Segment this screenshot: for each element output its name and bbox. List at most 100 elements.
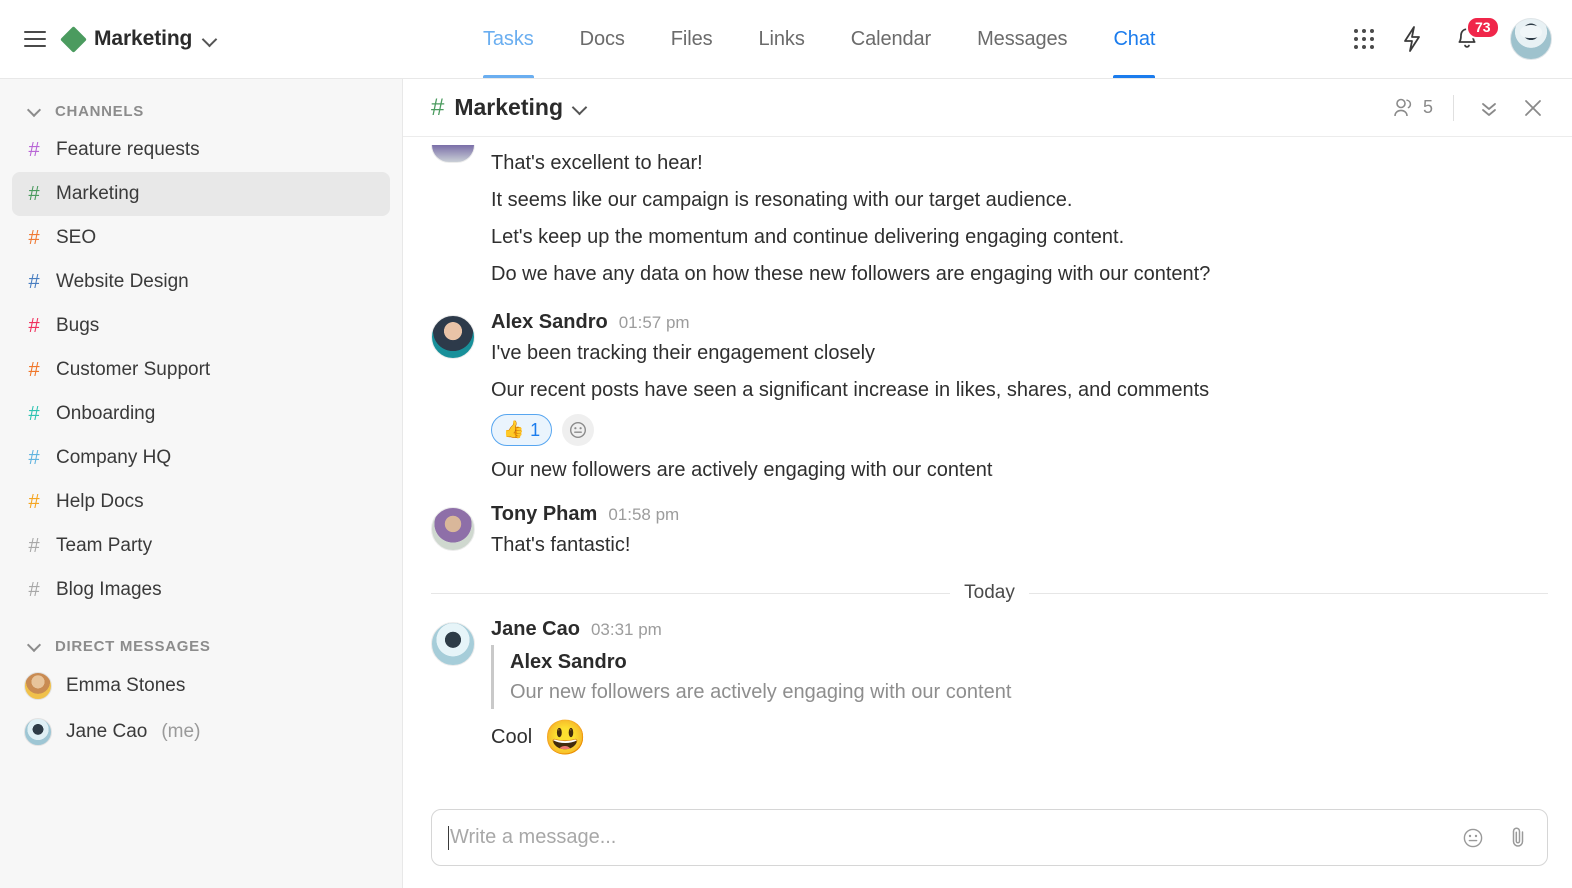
message-body: Tony Pham 01:58 pm That's fantastic! [491,503,1548,564]
header-divider [1453,94,1454,121]
bolt-glyph [1404,26,1420,52]
sidebar-dm-me-tag: (me) [161,721,201,742]
sidebar-item-website-design[interactable]: # Website Design [12,260,390,304]
message-time: 01:57 pm [618,313,690,332]
top-bar-right: 73 [1354,0,1572,78]
message-composer[interactable]: Write a message... [431,809,1548,866]
add-reaction-icon[interactable] [562,414,595,446]
divider-line-left [431,592,951,594]
sidebar-dm-emma-stones[interactable]: Emma Stones [12,663,390,709]
hash-icon: # [28,490,40,513]
message-header: Tony Pham 01:58 pm [491,503,1548,526]
close-icon[interactable] [1518,93,1548,123]
tab-links-underline [759,75,805,78]
top-nav-tabs: Tasks Docs Files Links Calendar Messages [403,0,1354,78]
hash-icon: # [28,578,40,601]
message-line: That's fantastic! [491,534,631,556]
sidebar-dm-label: Jane Cao [66,721,148,742]
sidebar-item-company-hq[interactable]: # Company HQ [12,436,390,480]
sidebar-item-onboarding[interactable]: # Onboarding [12,392,390,436]
day-divider: Today [431,582,1549,604]
tab-messages-label: Messages [977,27,1068,50]
avatar [24,718,52,746]
chevron-down-icon[interactable] [203,33,216,46]
tab-files[interactable]: Files [648,0,736,78]
sidebar-item-blog-images[interactable]: # Blog Images [12,568,390,612]
message-line: Let's keep up the momentum and continue … [491,226,1125,248]
channels-section-header[interactable]: CHANNELS [0,95,402,128]
tab-chat[interactable]: Chat [1090,0,1178,78]
message-body: Alex Sandro 01:57 pm I've been tracking … [491,311,1548,489]
double-chevron-down-icon[interactable] [1474,93,1504,123]
sidebar-item-seo[interactable]: # SEO [12,216,390,260]
collapse-glyph [1482,102,1496,116]
message-line: Our new followers are actively engaging … [491,459,993,481]
workspace-name: Marketing [94,27,193,50]
sidebar-item-label: Marketing [56,183,140,204]
message-line: That's excellent to hear! [491,152,703,174]
workspace-diamond-icon [60,25,87,53]
user-avatar[interactable] [1510,18,1552,60]
message-header: Alex Sandro 01:57 pm [491,311,1548,334]
lightning-bolt-icon[interactable] [1400,25,1424,53]
chat-title[interactable]: # Marketing [431,94,586,122]
sidebar-item-marketing[interactable]: # Marketing [12,172,390,216]
sidebar-item-label: Bugs [56,315,100,336]
hash-icon: # [28,182,40,205]
quoted-message[interactable]: Alex Sandro Our new followers are active… [491,645,1548,709]
tab-docs[interactable]: Docs [557,0,648,78]
avatar [431,622,475,666]
sidebar-item-label: Website Design [56,271,189,292]
sidebar-item-bugs[interactable]: # Bugs [12,304,390,348]
chat-panel: # Marketing 5 That's excellent to hear! … [403,79,1572,888]
paperclip-icon[interactable] [1507,825,1529,851]
tab-tasks-label: Tasks [483,27,534,50]
top-bar: Marketing Tasks Docs Files Links Calenda… [0,0,1572,79]
bell-icon[interactable]: 73 [1450,16,1500,56]
sidebar-item-team-party[interactable]: # Team Party [12,524,390,568]
sidebar-dm-jane-cao[interactable]: Jane Cao (me) [12,709,390,755]
sidebar-item-feature-requests[interactable]: # Feature requests [12,128,390,172]
hash-icon: # [28,446,40,469]
message-line: Cool [491,726,533,748]
sidebar-item-label: Team Party [56,535,153,556]
app-root: Marketing Tasks Docs Files Links Calenda… [0,0,1572,888]
message-line: Do we have any data on how these new fol… [491,263,1211,285]
members-icon [1394,98,1412,116]
message-header: Jane Cao 03:31 pm [491,618,1548,641]
member-count: 5 [1422,97,1433,117]
quoted-text: Our new followers are actively engaging … [510,681,1012,703]
reaction-count: 1 [530,419,541,440]
reaction-thumbs-up[interactable]: 👍 1 [491,414,553,446]
message-input-placeholder[interactable]: Write a message... [450,826,1461,849]
sidebar-item-label: Feature requests [56,139,200,160]
message-author: Tony Pham [491,503,598,525]
tab-docs-underline [580,75,625,78]
chat-header: # Marketing 5 [403,79,1572,137]
hash-icon: # [28,534,40,557]
sidebar-item-customer-support[interactable]: # Customer Support [12,348,390,392]
grid-apps-icon[interactable] [1354,29,1374,49]
message-time: 01:58 pm [608,505,680,524]
app-body: CHANNELS # Feature requests # Marketing … [0,79,1572,888]
direct-messages-section-header[interactable]: DIRECT MESSAGES [0,630,402,663]
chevron-down-icon[interactable] [573,101,586,114]
tab-messages[interactable]: Messages [954,0,1090,78]
tab-calendar[interactable]: Calendar [828,0,954,78]
thumbs-up-icon: 👍 [503,420,525,439]
hash-icon: # [28,358,40,381]
workspace-switcher[interactable]: Marketing [60,25,216,53]
members-button[interactable]: 5 [1392,97,1433,119]
composer-area: Write a message... [403,795,1572,888]
message-list[interactable]: That's excellent to hear! It seems like … [403,137,1572,795]
message-tony-pham: Tony Pham 01:58 pm That's fantastic! [431,489,1548,564]
sidebar-item-help-docs[interactable]: # Help Docs [12,480,390,524]
tab-chat-underline [1113,75,1156,78]
emoji-icon[interactable] [1461,826,1485,850]
tab-tasks[interactable]: Tasks [460,0,557,78]
tab-links[interactable]: Links [736,0,828,78]
hamburger-icon[interactable] [24,31,46,47]
quoted-author: Alex Sandro [510,651,627,673]
divider-line-right [1028,592,1549,594]
avatar [24,672,52,700]
